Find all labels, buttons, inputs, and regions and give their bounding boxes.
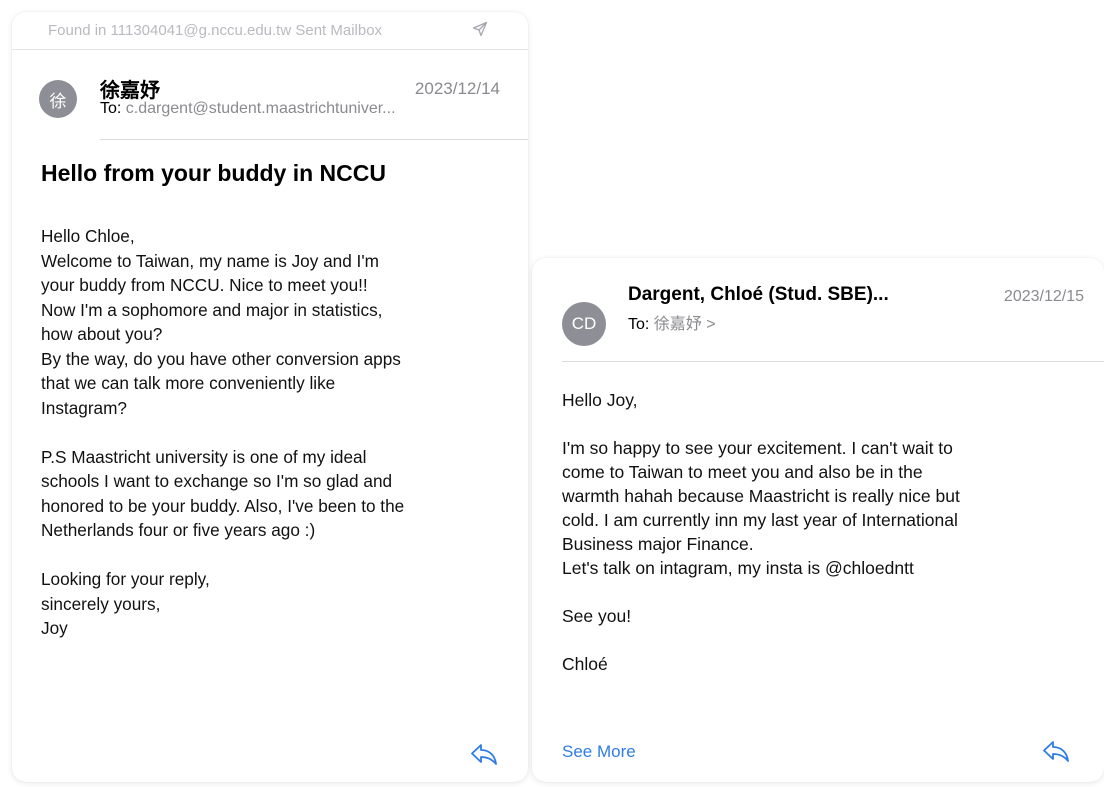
email-body: Hello Chloe, Welcome to Taiwan, my name … bbox=[41, 224, 521, 641]
found-in-text: Found in 111304041@g.nccu.edu.tw Sent Ma… bbox=[48, 22, 383, 39]
email-header: CD Dargent, Chloé (Stud. SBE)... 2023/12… bbox=[532, 258, 1104, 362]
to-label: To: bbox=[100, 100, 122, 117]
body-paragraph: Chloé bbox=[562, 654, 608, 674]
body-paragraph: Hello Chloe, Welcome to Taiwan, my name … bbox=[41, 226, 401, 418]
sender-name[interactable]: Dargent, Chloé (Stud. SBE)... bbox=[628, 284, 889, 306]
to-label: To: bbox=[628, 316, 650, 333]
email-subject: Hello from your buddy in NCCU bbox=[41, 160, 386, 186]
body-paragraph: Looking for your reply, sincerely yours,… bbox=[41, 569, 210, 638]
reply-arrow-icon[interactable] bbox=[470, 742, 498, 766]
avatar[interactable]: 徐 bbox=[39, 80, 77, 118]
body-paragraph: P.S Maastricht university is one of my i… bbox=[41, 446, 405, 541]
see-more-link[interactable]: See More bbox=[562, 742, 636, 762]
reply-arrow-icon[interactable] bbox=[1042, 739, 1070, 763]
email-card-sent[interactable]: Found in 111304041@g.nccu.edu.tw Sent Ma… bbox=[12, 12, 528, 782]
email-card-reply[interactable]: CD Dargent, Chloé (Stud. SBE)... 2023/12… bbox=[532, 258, 1104, 782]
email-body: Hello Joy, I'm so happy to see your exci… bbox=[562, 388, 1092, 676]
body-paragraph: See you! bbox=[562, 606, 632, 626]
recipient-name: 徐嘉妤 > bbox=[653, 316, 716, 333]
avatar[interactable]: CD bbox=[562, 302, 606, 346]
header-divider bbox=[100, 139, 528, 140]
paper-plane-icon bbox=[472, 21, 488, 41]
recipient-address: c.dargent@student.maastrichtuniver... bbox=[125, 100, 396, 117]
recipient-line[interactable]: To: 徐嘉妤 > bbox=[628, 310, 716, 334]
recipient-line[interactable]: To: c.dargent@student.maastrichtuniver..… bbox=[100, 100, 500, 118]
email-date: 2023/12/15 bbox=[1003, 288, 1084, 305]
body-paragraph: I'm so happy to see your excitement. I c… bbox=[562, 438, 960, 578]
email-header: 徐 徐嘉妤 2023/12/14 To: c.dargent@student.m… bbox=[12, 50, 528, 140]
sender-name[interactable]: 徐嘉妤 bbox=[100, 74, 160, 103]
header-divider bbox=[562, 361, 1104, 362]
body-paragraph: Hello Joy, bbox=[562, 390, 638, 410]
found-in-bar: Found in 111304041@g.nccu.edu.tw Sent Ma… bbox=[12, 12, 528, 50]
email-date: 2023/12/14 bbox=[414, 79, 500, 98]
